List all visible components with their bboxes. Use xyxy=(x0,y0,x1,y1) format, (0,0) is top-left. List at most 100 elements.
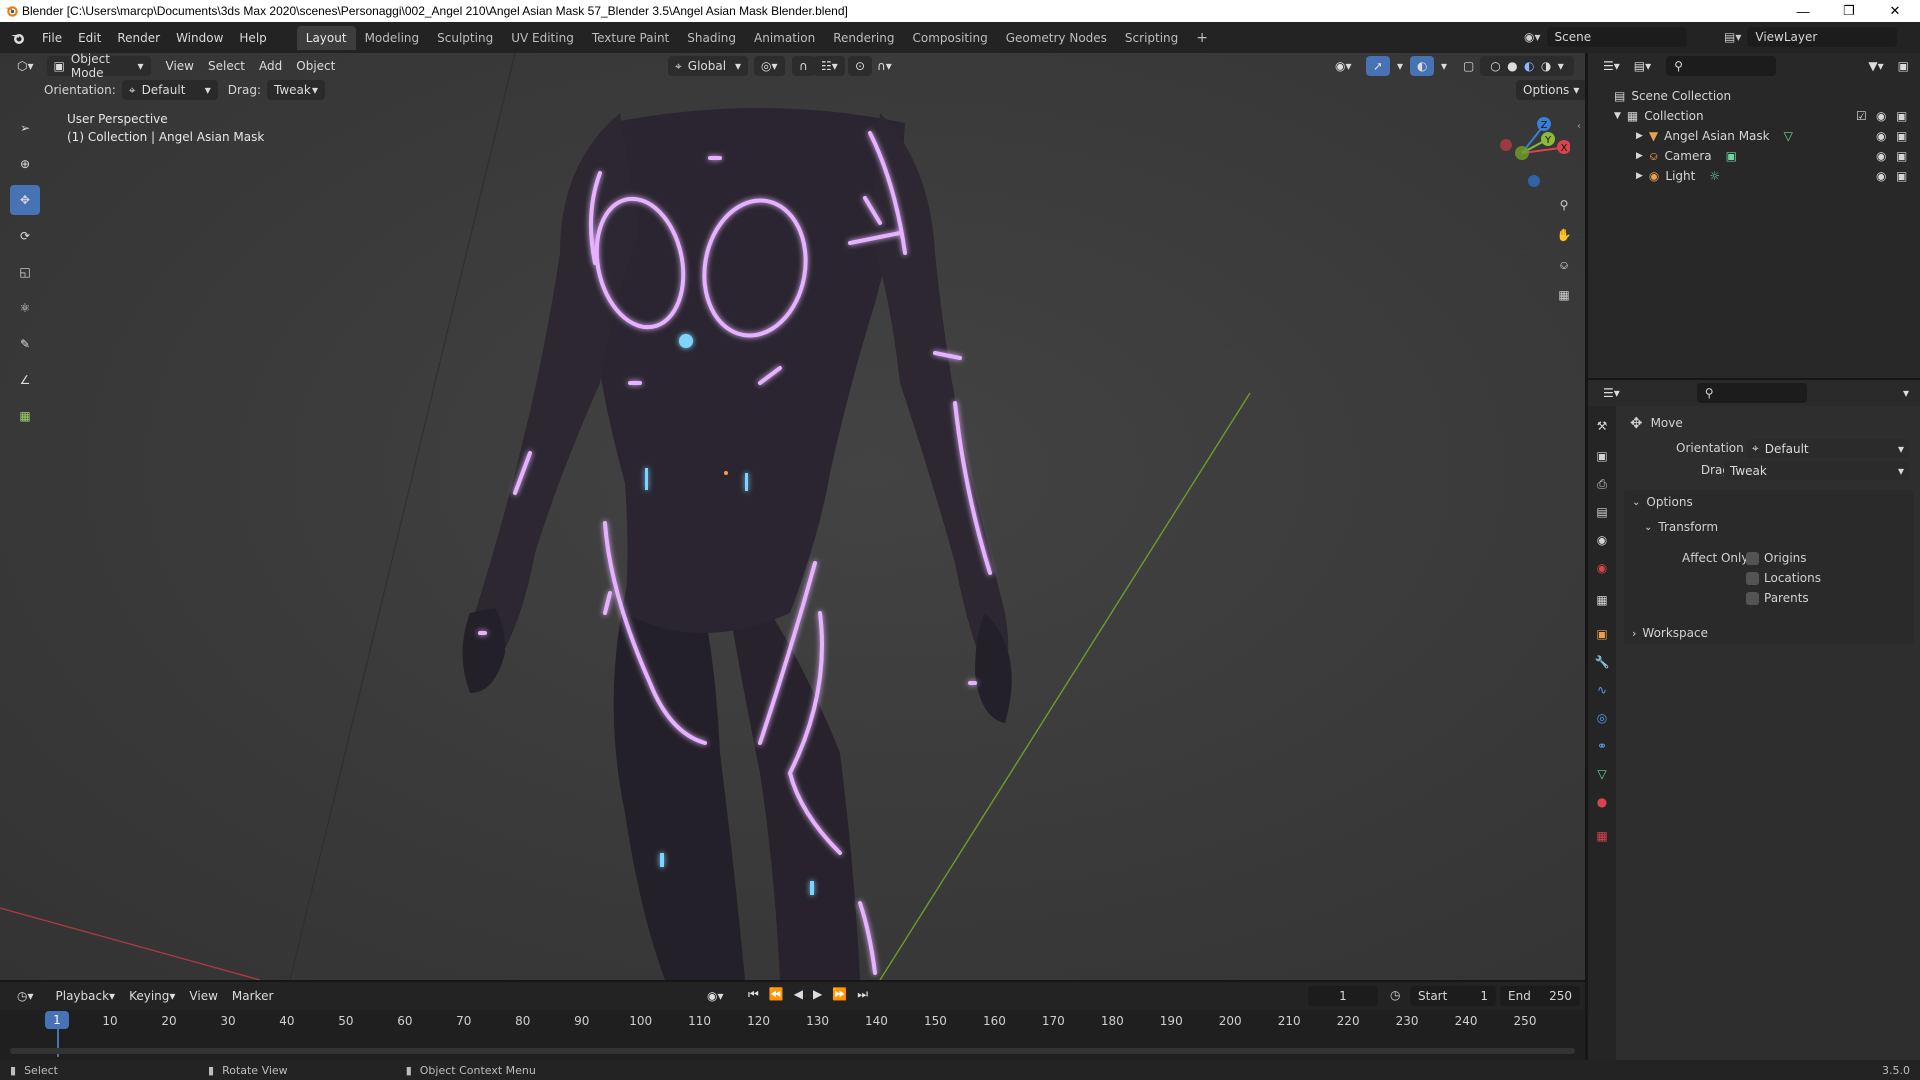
properties-options-button[interactable]: ▾ xyxy=(1896,383,1916,403)
display-mode-button[interactable]: ▤▾ xyxy=(1627,56,1658,76)
mode-selector[interactable]: ▣ Object Mode ▾ xyxy=(46,53,151,80)
xray-toggle[interactable]: ▢ xyxy=(1456,56,1481,76)
expand-arrow-icon[interactable]: ▶ xyxy=(1636,171,1643,181)
menu-marker[interactable]: Marker xyxy=(225,986,280,1006)
tab-particles[interactable]: ∿ xyxy=(1592,680,1612,700)
transform-subpanel-header[interactable]: ⌄ Transform xyxy=(1644,520,1718,534)
menu-view[interactable]: View xyxy=(182,986,224,1006)
locations-checkbox[interactable] xyxy=(1746,572,1759,585)
properties-search-input[interactable]: ⚲ xyxy=(1696,383,1807,403)
tab-layout[interactable]: Layout xyxy=(296,25,356,50)
tab-view-layer[interactable]: ▤ xyxy=(1592,502,1612,522)
add-workspace-button[interactable]: + xyxy=(1187,25,1217,51)
restore-button[interactable]: ❐ xyxy=(1826,0,1872,22)
zoom-view-button[interactable]: ⚲ xyxy=(1552,193,1576,217)
chevron-down-icon[interactable]: ▾ xyxy=(1558,59,1564,73)
material-shading-icon[interactable]: ◐ xyxy=(1524,59,1534,73)
tab-material[interactable]: ● xyxy=(1592,792,1612,812)
jump-end-icon[interactable]: ⏭ xyxy=(857,987,868,1002)
camera-view-button[interactable]: ⎉ xyxy=(1552,253,1576,277)
tab-uv-editing[interactable]: UV Editing xyxy=(502,26,583,50)
menu-keying[interactable]: Keying ▾ xyxy=(122,986,182,1006)
outliner-row-scene-collection[interactable]: ▤ Scene Collection xyxy=(1588,86,1920,106)
expand-arrow-icon[interactable]: ▼ xyxy=(1614,111,1621,121)
3d-viewport[interactable]: ⬡▾ ▣ Object Mode ▾ View Select Add Objec… xyxy=(0,53,1585,980)
minimize-button[interactable]: — xyxy=(1780,0,1826,22)
play-icon[interactable]: ▶ xyxy=(813,987,822,1002)
light-data-icon[interactable]: ☼ xyxy=(1709,169,1720,183)
auto-keying-toggle[interactable]: ◉▾ xyxy=(700,986,731,1006)
tab-rendering[interactable]: Rendering xyxy=(824,26,903,50)
start-frame-field[interactable]: Start 1 xyxy=(1410,986,1496,1006)
orientation-dropdown[interactable]: ⌖ Default ▾ xyxy=(1746,439,1910,458)
snap-options-button[interactable]: ☷▾ xyxy=(814,56,845,76)
timeline-editor-type-button[interactable]: ◷▾ xyxy=(10,986,41,1006)
render-camera-icon[interactable]: ▣ xyxy=(1896,109,1907,123)
wireframe-shading-icon[interactable]: ○ xyxy=(1490,59,1500,73)
outliner-editor-type-button[interactable]: ☰▾ xyxy=(1596,56,1627,76)
outliner-row-camera[interactable]: ▶ ⎉ Camera ▣ ◉ ▣ xyxy=(1588,146,1920,166)
current-frame-field[interactable]: 1 xyxy=(1308,986,1378,1006)
neg-y-axis-handle[interactable] xyxy=(1515,146,1529,160)
options-dropdown[interactable]: Options ▾ xyxy=(1516,80,1585,100)
tab-tool[interactable]: ⚒ xyxy=(1592,416,1612,436)
tab-physics[interactable]: ◎ xyxy=(1592,708,1612,728)
menu-add[interactable]: Add xyxy=(252,56,289,76)
tab-sculpting[interactable]: Sculpting xyxy=(428,26,502,50)
workspace-header[interactable]: › Workspace xyxy=(1632,626,1708,640)
origins-checkbox[interactable] xyxy=(1746,552,1759,565)
navigation-gizmo[interactable]: Z X Y xyxy=(1490,111,1570,191)
add-cube-tool[interactable]: ▦ xyxy=(10,401,40,431)
tab-modifiers[interactable]: 🔧 xyxy=(1592,652,1612,672)
rendered-shading-icon[interactable]: ◑ xyxy=(1541,59,1551,73)
outliner-search-input[interactable]: ⚲ xyxy=(1666,56,1777,76)
timeline-scrollbar[interactable] xyxy=(10,1048,1575,1054)
parents-checkbox[interactable] xyxy=(1746,592,1759,605)
transform-tool[interactable]: ⚛ xyxy=(10,293,40,323)
editor-type-button[interactable]: ⬡▾ xyxy=(10,56,41,76)
scene-selector[interactable]: ◉▾ Scene xyxy=(1524,27,1687,47)
end-frame-field[interactable]: End 250 xyxy=(1500,986,1580,1006)
properties-editor-type-button[interactable]: ☰▾ xyxy=(1596,383,1627,403)
gizmo-options[interactable]: ▾ xyxy=(1390,56,1410,76)
render-camera-icon[interactable]: ▣ xyxy=(1896,149,1907,163)
menu-render[interactable]: Render xyxy=(109,31,168,45)
menu-select[interactable]: Select xyxy=(201,56,252,76)
snap-toggle[interactable]: ∩ xyxy=(792,56,815,76)
shading-selector[interactable]: ○ ● ◐ ◑ ▾ xyxy=(1480,56,1574,76)
mesh-data-icon[interactable]: ▽ xyxy=(1784,129,1793,143)
annotate-tool[interactable]: ✎ xyxy=(10,329,40,359)
pan-view-button[interactable]: ✋ xyxy=(1552,223,1576,247)
scale-tool[interactable]: ◱ xyxy=(10,257,40,287)
tab-output[interactable]: ⎙ xyxy=(1592,474,1612,494)
expand-arrow-icon[interactable]: ▶ xyxy=(1636,151,1643,161)
tab-compositing[interactable]: Compositing xyxy=(903,26,996,50)
gizmo-toggle[interactable]: ➚ xyxy=(1366,56,1391,76)
prev-keyframe-icon[interactable]: ⏪ xyxy=(769,987,784,1002)
menu-window[interactable]: Window xyxy=(168,31,231,45)
measure-tool[interactable]: ∠ xyxy=(10,365,40,395)
rotate-tool[interactable]: ⟳ xyxy=(10,221,40,251)
new-collection-button[interactable]: ▣ xyxy=(1891,56,1916,76)
tab-texture[interactable]: ▦ xyxy=(1592,826,1612,846)
tab-object[interactable]: ▣ xyxy=(1592,624,1612,644)
tab-data[interactable]: ▽ xyxy=(1592,764,1612,784)
playhead[interactable]: 1 xyxy=(45,1011,69,1029)
menu-edit[interactable]: Edit xyxy=(70,31,109,45)
use-preview-range-icon[interactable]: ◷ xyxy=(1390,988,1400,1002)
falloff-button[interactable]: ∩▾ xyxy=(870,56,899,76)
expand-arrow-icon[interactable]: ▶ xyxy=(1636,131,1643,141)
play-reverse-icon[interactable]: ◀ xyxy=(794,987,803,1002)
orientation-dropdown[interactable]: ⌖ Default ▾ xyxy=(121,80,218,100)
outliner-row-collection[interactable]: ▼ ▦ Collection ☑ ◉ ▣ xyxy=(1588,106,1920,126)
tab-animation[interactable]: Animation xyxy=(745,26,824,50)
overlay-toggle[interactable]: ◐ xyxy=(1410,56,1435,76)
eye-icon[interactable]: ◉ xyxy=(1876,109,1886,123)
menu-object[interactable]: Object xyxy=(289,56,342,76)
eye-icon[interactable]: ◉ xyxy=(1876,149,1886,163)
tab-modeling[interactable]: Modeling xyxy=(356,26,429,50)
jump-start-icon[interactable]: ⏮ xyxy=(748,987,759,1002)
proportional-edit-toggle[interactable]: ⊙ xyxy=(848,56,873,76)
next-keyframe-icon[interactable]: ⏩ xyxy=(832,987,847,1002)
view-layer-selector[interactable]: ▤▾ ViewLayer xyxy=(1724,27,1898,47)
